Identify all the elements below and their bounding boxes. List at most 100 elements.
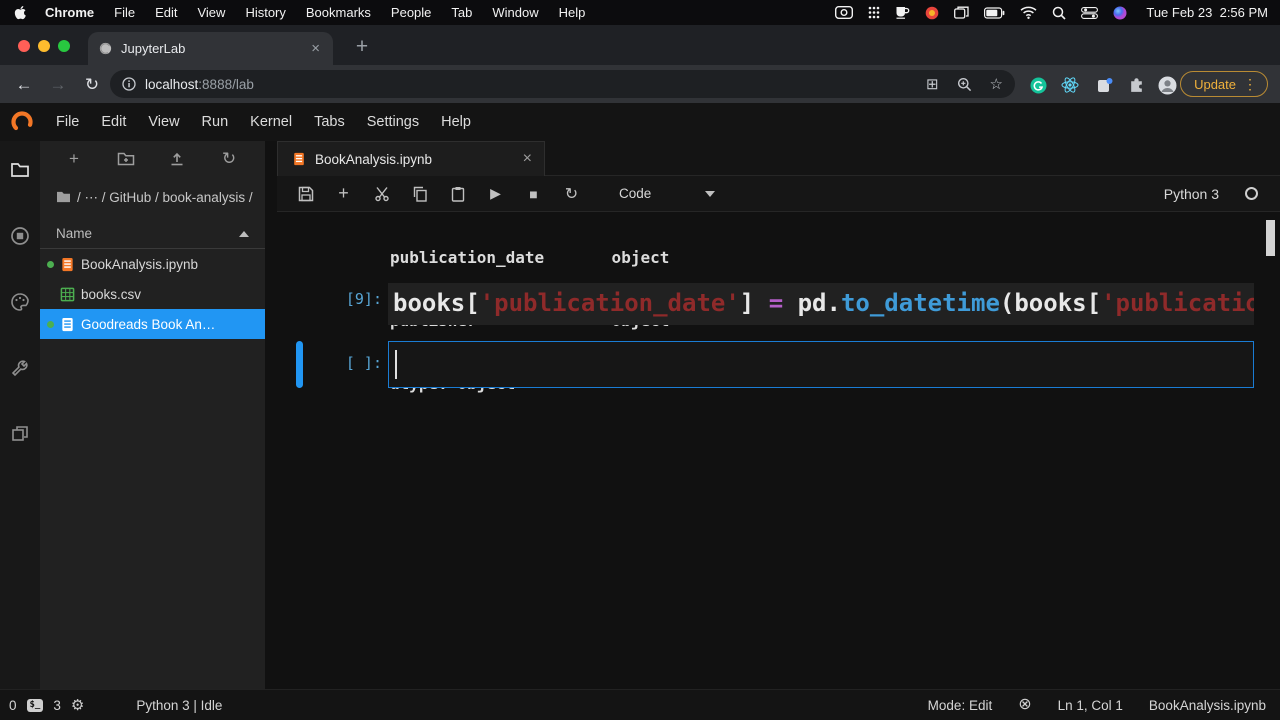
maximize-window-button[interactable] (58, 40, 70, 52)
wifi-icon[interactable] (1020, 6, 1037, 19)
restart-kernel-icon[interactable]: ↻ (563, 185, 580, 202)
document-tab-bookanalysis[interactable]: BookAnalysis.ipynb × (277, 141, 545, 176)
macos-menu-people[interactable]: People (381, 5, 441, 20)
spotlight-icon[interactable] (1052, 6, 1066, 20)
cut-cells-icon[interactable] (373, 185, 390, 202)
macos-menu-file[interactable]: File (104, 5, 145, 20)
save-icon[interactable] (297, 185, 314, 202)
windows-icon[interactable] (954, 6, 969, 19)
modified-dot (47, 321, 54, 328)
copy-cells-icon[interactable] (411, 185, 428, 202)
jl-menu-help[interactable]: Help (430, 114, 482, 130)
running-kernels-icon[interactable] (7, 223, 33, 249)
cursor-position[interactable]: Ln 1, Col 1 (1058, 698, 1123, 713)
insert-cell-icon[interactable]: + (335, 185, 352, 202)
file-browser-icon[interactable] (7, 157, 33, 183)
coffee-icon[interactable] (895, 6, 910, 19)
macos-app-menu[interactable]: Chrome (35, 5, 104, 20)
document-tab-close-icon[interactable]: × (523, 150, 532, 168)
address-bar[interactable]: localhost:8888/lab ⊞ ☆ (110, 70, 1015, 98)
commands-palette-icon[interactable] (7, 289, 33, 315)
folder-icon (56, 187, 71, 209)
notebook-content[interactable]: publication_date object publisher object… (277, 212, 1280, 689)
file-browser-toolbar: + ↻ (40, 141, 265, 177)
macos-menu-tab[interactable]: Tab (441, 5, 482, 20)
jupyterlab-favicon (98, 41, 113, 56)
gear-icon[interactable]: ⚙ (71, 696, 84, 714)
jl-menu-kernel[interactable]: Kernel (239, 114, 303, 130)
file-name: Goodreads Book An… (81, 317, 215, 332)
minimize-window-button[interactable] (38, 40, 50, 52)
apple-menu-icon[interactable] (14, 5, 27, 20)
reload-button[interactable]: ↻ (80, 73, 104, 97)
new-folder-icon[interactable] (116, 149, 136, 169)
jl-menu-file[interactable]: File (45, 114, 90, 130)
jl-menu-run[interactable]: Run (191, 114, 240, 130)
upload-icon[interactable] (167, 149, 187, 169)
macos-menu-edit[interactable]: Edit (145, 5, 187, 20)
open-tabs-icon[interactable] (7, 421, 33, 447)
file-name: BookAnalysis.ipynb (81, 257, 198, 272)
extension-badge-icon[interactable] (1092, 73, 1116, 97)
name-column-header[interactable]: Name (40, 219, 265, 249)
kernel-status-text[interactable]: Python 3 | Idle (136, 698, 222, 713)
new-tab-button[interactable]: + (348, 33, 376, 61)
stop-kernel-icon[interactable]: ■ (525, 185, 542, 202)
run-cell-icon[interactable]: ▶ (487, 185, 504, 202)
color-picker-icon[interactable] (925, 6, 939, 20)
forward-button[interactable]: → (46, 73, 70, 97)
jl-menu-tabs[interactable]: Tabs (303, 114, 356, 130)
active-empty-cell-input[interactable] (388, 341, 1254, 388)
page-tools-icon[interactable]: ⊞ (926, 75, 939, 93)
tab-close-icon[interactable]: × (308, 40, 323, 57)
control-center-icon[interactable] (1081, 7, 1098, 19)
chrome-update-button[interactable]: Update ⋮ (1180, 71, 1268, 97)
macos-menu-bookmarks[interactable]: Bookmarks (296, 5, 381, 20)
close-window-button[interactable] (18, 40, 30, 52)
macos-menu-history[interactable]: History (235, 5, 295, 20)
cell-type-dropdown[interactable]: Code (619, 186, 715, 201)
macos-menu-view[interactable]: View (187, 5, 235, 20)
siri-icon[interactable] (1113, 6, 1127, 20)
file-row-bookanalysis[interactable]: BookAnalysis.ipynb (40, 249, 265, 279)
kernel-name[interactable]: Python 3 (1164, 186, 1219, 202)
new-launcher-icon[interactable]: + (64, 149, 84, 169)
jl-menu-edit[interactable]: Edit (90, 114, 137, 130)
chrome-menu-icon[interactable]: ⋮ (1243, 76, 1257, 93)
file-row-goodreads-selected[interactable]: Goodreads Book An… (40, 309, 265, 339)
breadcrumb[interactable]: / ⋯ / GitHub / book-analysis / (40, 177, 265, 215)
extensions-puzzle-icon[interactable] (1124, 73, 1148, 97)
kernel-status-indicator[interactable] (1245, 187, 1258, 200)
terminal-icon[interactable]: $_ (27, 699, 44, 712)
macos-menu-window[interactable]: Window (482, 5, 548, 20)
url-path: :8888/lab (198, 77, 254, 92)
modified-dot (47, 261, 54, 268)
refresh-icon[interactable]: ↻ (219, 149, 239, 169)
menubar-clock[interactable]: Tue Feb 23 2:56 PM (1146, 5, 1268, 20)
zoom-icon[interactable] (957, 77, 972, 92)
site-info-icon[interactable] (122, 77, 136, 91)
name-header-label: Name (56, 226, 92, 241)
macos-menu-help[interactable]: Help (549, 5, 596, 20)
property-inspector-icon[interactable] (7, 355, 33, 381)
bookmark-star-icon[interactable]: ☆ (990, 75, 1003, 93)
browser-tab-jupyterlab[interactable]: JupyterLab × (88, 32, 333, 65)
battery-icon[interactable] (984, 7, 1005, 19)
jl-menu-view[interactable]: View (137, 114, 190, 130)
screen-record-icon[interactable] (835, 6, 853, 19)
grammarly-extension-icon[interactable] (1026, 73, 1050, 97)
back-button[interactable]: ← (12, 73, 36, 97)
profile-avatar[interactable] (1155, 73, 1179, 97)
file-row-bookscsv[interactable]: books.csv (40, 279, 265, 309)
chrome-tabstrip: JupyterLab × + (0, 25, 1280, 65)
paste-cells-icon[interactable] (449, 185, 466, 202)
chrome-toolbar: ← → ↻ localhost:8888/lab ⊞ ☆ Update ⋮ (0, 65, 1280, 103)
notification-icon[interactable]: ⊗ (1018, 697, 1031, 713)
active-cell-collapser[interactable] (296, 341, 303, 388)
react-devtools-extension-icon[interactable] (1058, 73, 1082, 97)
jl-menu-settings[interactable]: Settings (356, 114, 430, 130)
scrollbar-thumb[interactable] (1266, 220, 1275, 256)
dots-grid-icon[interactable] (868, 6, 880, 19)
code-cell-input[interactable]: books['publication_date'] = pd.to_dateti… (388, 283, 1254, 325)
mode-indicator[interactable]: Mode: Edit (928, 698, 993, 713)
